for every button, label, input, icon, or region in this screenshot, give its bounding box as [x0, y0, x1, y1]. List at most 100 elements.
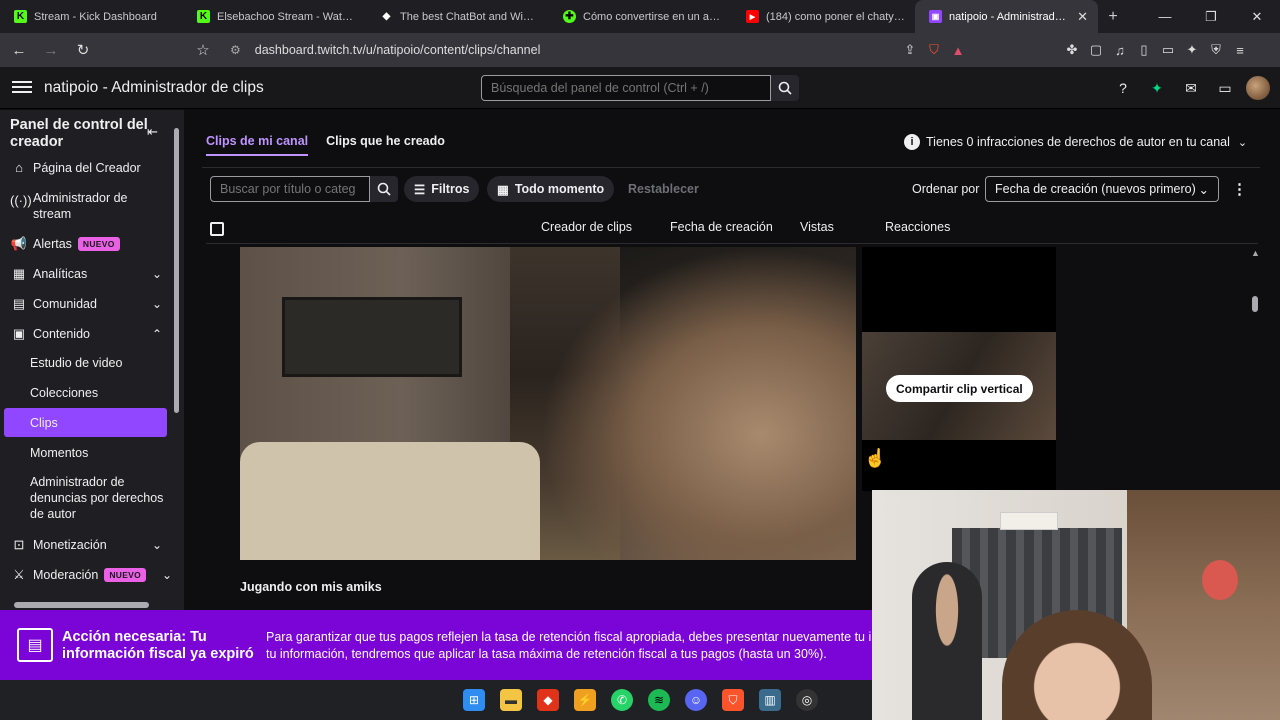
sidebar-subitem-copyright-claims[interactable]: Administrador de denuncias por derechos …: [30, 474, 170, 522]
collapse-sidebar-icon[interactable]: ⇤: [147, 124, 158, 140]
brave-shield-icon[interactable]: ⛉: [922, 38, 946, 62]
clip-video-preview[interactable]: [240, 247, 856, 560]
sidebar-item-stream-manager[interactable]: ((·)) Administrador de stream: [10, 190, 170, 222]
clip-title[interactable]: Jugando con mis amiks: [240, 580, 382, 594]
minimize-icon[interactable]: —: [1142, 0, 1188, 33]
app-orange-icon[interactable]: ⚡: [574, 689, 596, 711]
file-explorer-icon[interactable]: ▬: [500, 689, 522, 711]
tax-info-banner[interactable]: ▤ Acción necesaria: Tu información fisca…: [0, 610, 872, 680]
scroll-up-icon[interactable]: ▲: [1251, 248, 1260, 258]
broadcast-icon: ((·)): [10, 193, 32, 208]
select-all-checkbox[interactable]: [210, 222, 224, 236]
close-window-icon[interactable]: ✕: [1234, 0, 1280, 33]
chevron-down-icon: ⌄: [151, 267, 162, 281]
wallet-icon[interactable]: ▢: [1084, 38, 1108, 62]
browser-tab[interactable]: K Stream - Kick Dashboard: [0, 0, 183, 33]
whispers-icon[interactable]: ▭: [1212, 75, 1238, 101]
column-views[interactable]: Vistas: [800, 220, 834, 234]
whatsapp-icon[interactable]: ✆: [611, 689, 633, 711]
new-tab-button[interactable]: +: [1098, 8, 1128, 26]
creator-camp-icon[interactable]: ✦: [1144, 75, 1170, 101]
filters-button[interactable]: ☰ Filtros: [404, 176, 480, 202]
reload-icon[interactable]: ↻: [70, 37, 96, 63]
sort-select[interactable]: Fecha de creación (nuevos primero) ⌄: [985, 176, 1219, 202]
new-badge: NUEVO: [77, 237, 120, 251]
menu-icon[interactable]: [12, 78, 32, 98]
clip-search-button[interactable]: [370, 176, 398, 202]
search-button[interactable]: [771, 75, 799, 101]
tab-clips-i-created[interactable]: Clips que he creado: [326, 134, 445, 156]
sidebar-horizontal-scrollbar[interactable]: [6, 600, 176, 610]
window-controls: — ❐ ✕: [1142, 0, 1280, 33]
chevron-up-icon: ⌃: [151, 327, 162, 341]
sidebar-title: Panel de control del creador: [10, 117, 148, 150]
sidebar-subitem-video-studio[interactable]: Estudio de video: [30, 355, 170, 371]
sidebar-toggle-icon[interactable]: ▯: [1132, 38, 1156, 62]
help-icon[interactable]: ?: [1110, 75, 1136, 101]
clips-table-header: Creador de clips Fecha de creación Vista…: [206, 214, 1258, 244]
sidebar-item-content[interactable]: ▣ Contenido ⌃: [10, 326, 170, 342]
windows-start-icon[interactable]: ⊞: [463, 689, 485, 711]
sidebar-vertical-scrollbar[interactable]: [172, 116, 181, 596]
close-tab-icon[interactable]: ✕: [1077, 9, 1088, 25]
affiliate-icon: ✚: [563, 10, 576, 23]
restore-icon[interactable]: ❐: [1188, 0, 1234, 33]
avatar[interactable]: [1246, 76, 1270, 100]
scrollbar-thumb[interactable]: [14, 602, 149, 608]
bookmark-icon[interactable]: ☆: [190, 37, 216, 63]
spotify-icon[interactable]: ≋: [648, 689, 670, 711]
sidebar-subitem-moments[interactable]: Momentos: [30, 445, 170, 461]
leo-icon[interactable]: ✦: [1180, 38, 1204, 62]
dashboard-search-input[interactable]: [481, 75, 771, 101]
column-creation-date[interactable]: Fecha de creación: [670, 220, 773, 234]
sidebar-item-moderation[interactable]: ⚔ Moderación NUEVO ⌄: [10, 567, 172, 583]
browser-tab-active[interactable]: ▣ natipoio - Administrador de ✕: [915, 0, 1098, 33]
inbox-icon[interactable]: ✉: [1178, 75, 1204, 101]
vertical-clip-thumbnail[interactable]: [862, 247, 1056, 491]
obs-icon[interactable]: ◎: [796, 689, 818, 711]
app-red-icon[interactable]: ◆: [537, 689, 559, 711]
chatbot-icon: ◆: [382, 11, 391, 22]
column-reactions[interactable]: Reacciones: [885, 220, 950, 234]
browser-tab[interactable]: KElsebachoo Stream - Watch Live: [183, 0, 366, 33]
browser-tab[interactable]: ▶ (184) como poner el chaty activ: [732, 0, 915, 33]
copyright-notice[interactable]: i Tienes 0 infracciones de derechos de a…: [904, 131, 1247, 153]
reset-button[interactable]: Restablecer: [618, 176, 709, 202]
tab-my-channel-clips[interactable]: Clips de mi canal: [206, 134, 309, 156]
sidebar-subitem-clips[interactable]: Clips: [30, 415, 170, 431]
url-text: dashboard.twitch.tv/u/natipoio/content/c…: [254, 43, 541, 57]
twitch-icon: ▣: [929, 10, 942, 23]
brave-browser-icon[interactable]: ⛉: [722, 689, 744, 711]
sidebar-item-creator-page[interactable]: ⌂ Página del Creador: [10, 160, 170, 175]
app-blue-icon[interactable]: ▥: [759, 689, 781, 711]
sidebar-item-monetization[interactable]: ⊡ Monetización ⌄: [10, 537, 170, 553]
sidebar-subitem-collections[interactable]: Colecciones: [30, 385, 170, 401]
column-clip-creator[interactable]: Creador de clips: [541, 220, 632, 234]
home-icon: ⌂: [15, 160, 23, 175]
site-info-icon[interactable]: ⚙: [230, 43, 241, 57]
brave-rewards-icon[interactable]: ▲: [946, 38, 970, 62]
time-filter-button[interactable]: ▦ Todo momento: [487, 176, 615, 202]
forward-icon[interactable]: →: [38, 37, 64, 63]
sidebar-item-community[interactable]: ▤ Comunidad ⌄: [10, 296, 170, 312]
scrollbar-thumb[interactable]: [174, 128, 179, 413]
more-options-icon[interactable]: ⋮: [1232, 180, 1247, 198]
sort-label: Ordenar por: [912, 182, 980, 196]
dashboard-header: natipoio - Administrador de clips ? ✦ ✉ …: [0, 67, 1280, 109]
extensions-icon[interactable]: ✤: [1060, 38, 1084, 62]
scrollbar-thumb[interactable]: [1252, 296, 1258, 312]
vpn-icon[interactable]: ⛨: [1204, 38, 1228, 62]
menu-icon[interactable]: ≡: [1228, 38, 1252, 62]
share-icon[interactable]: ⇪: [898, 38, 922, 62]
sidebar-item-analytics[interactable]: ▦ Analíticas ⌄: [10, 266, 170, 282]
share-vertical-clip-button[interactable]: Compartir clip vertical: [886, 375, 1033, 402]
browser-tab[interactable]: ✚Cómo convertirse en un afiliado: [549, 0, 732, 33]
browser-tab[interactable]: ◆The best ChatBot and Widgets f: [366, 0, 549, 33]
music-icon[interactable]: ♫: [1108, 38, 1132, 62]
wallet-alt-icon[interactable]: ▭: [1156, 38, 1180, 62]
clip-search-input[interactable]: [210, 176, 370, 202]
moderation-icon: ⚔: [13, 567, 25, 582]
sidebar-item-alerts[interactable]: 📢 Alertas NUEVO: [10, 236, 170, 252]
back-icon[interactable]: ←: [6, 37, 32, 63]
discord-icon[interactable]: ☺: [685, 689, 707, 711]
